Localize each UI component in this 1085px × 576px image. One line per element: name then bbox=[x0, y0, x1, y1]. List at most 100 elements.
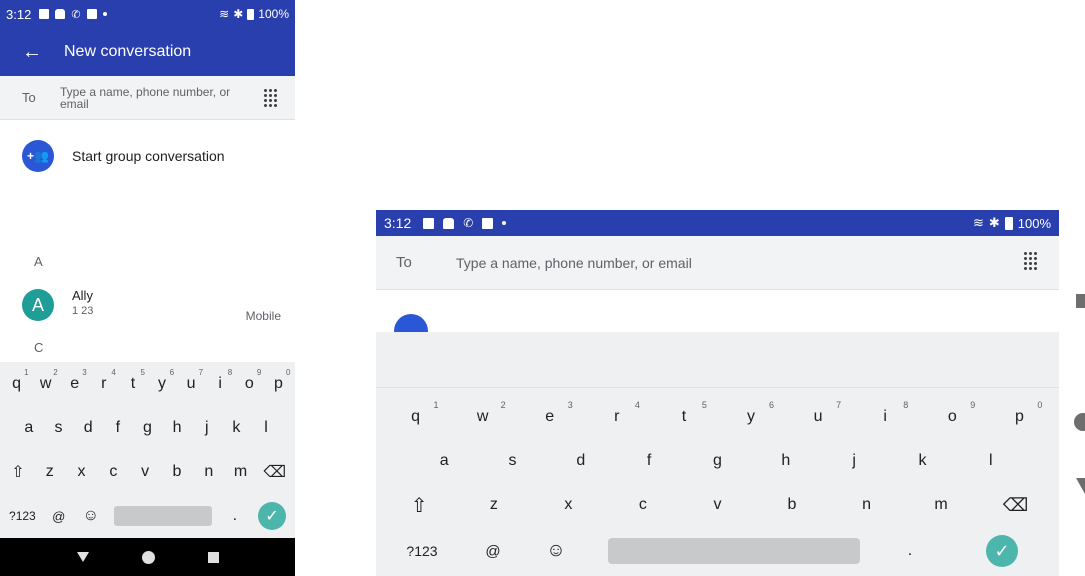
key-k[interactable]: k bbox=[909, 452, 935, 470]
key-q[interactable]: q1 bbox=[403, 400, 438, 426]
key-y[interactable]: y6 bbox=[738, 400, 774, 426]
key-h[interactable]: h bbox=[168, 419, 186, 437]
key-c[interactable]: c bbox=[104, 463, 122, 481]
key-o[interactable]: o9 bbox=[939, 400, 975, 426]
more-notifications-dot-icon bbox=[502, 221, 507, 225]
key-j[interactable]: j bbox=[841, 452, 867, 470]
key-g[interactable]: g bbox=[138, 419, 156, 437]
symbols-key[interactable]: ?123 bbox=[9, 509, 36, 523]
to-label: To bbox=[22, 90, 36, 105]
enter-check-icon[interactable]: ✓ bbox=[986, 535, 1018, 567]
nav-recents-icon[interactable] bbox=[207, 551, 219, 563]
emoji-icon[interactable]: ☺ bbox=[524, 540, 588, 562]
key-h[interactable]: h bbox=[773, 452, 799, 470]
period-key[interactable]: . bbox=[860, 542, 960, 560]
key-m[interactable]: m bbox=[928, 496, 954, 514]
nav-home-icon[interactable] bbox=[1074, 413, 1085, 431]
key-d[interactable]: d bbox=[79, 419, 97, 437]
key-l[interactable]: l bbox=[978, 452, 1004, 470]
key-v[interactable]: v bbox=[704, 496, 730, 514]
key-w[interactable]: w2 bbox=[470, 400, 506, 426]
key-x[interactable]: x bbox=[73, 463, 91, 481]
dialpad-icon[interactable] bbox=[264, 89, 277, 107]
recipient-field[interactable]: To Type a name, phone number, or email bbox=[376, 236, 1059, 290]
page-title: New conversation bbox=[64, 43, 192, 60]
key-y[interactable]: y6 bbox=[153, 368, 174, 393]
key-t[interactable]: t5 bbox=[671, 400, 707, 426]
status-time: 3:12 bbox=[384, 215, 412, 231]
phone-portrait-screen: 3:12 ✆ ≋ ✱ 100% ← New conversation To Ty… bbox=[0, 0, 295, 576]
key-s[interactable]: s bbox=[49, 419, 67, 437]
enter-check-icon[interactable]: ✓ bbox=[257, 502, 286, 530]
key-g[interactable]: g bbox=[704, 452, 730, 470]
key-z[interactable]: z bbox=[481, 496, 507, 514]
recipient-input[interactable]: Type a name, phone number, or email bbox=[60, 86, 255, 110]
key-j[interactable]: j bbox=[198, 419, 216, 437]
key-a[interactable]: a bbox=[20, 419, 38, 437]
recipient-input[interactable]: Type a name, phone number, or email bbox=[456, 255, 692, 271]
key-a[interactable]: a bbox=[431, 452, 457, 470]
nav-home-icon[interactable] bbox=[141, 550, 155, 564]
key-p[interactable]: p0 bbox=[269, 368, 290, 393]
key-m[interactable]: m bbox=[232, 463, 250, 481]
key-i[interactable]: i8 bbox=[211, 368, 232, 393]
status-bar: 3:12 ✆ ≋ ✱ 100% bbox=[0, 0, 295, 28]
key-u[interactable]: u7 bbox=[805, 400, 841, 426]
at-key[interactable]: @ bbox=[50, 509, 68, 524]
key-f[interactable]: f bbox=[109, 419, 127, 437]
key-o[interactable]: o9 bbox=[240, 368, 261, 393]
key-q[interactable]: q1 bbox=[8, 368, 28, 393]
key-l[interactable]: l bbox=[257, 419, 275, 437]
status-bar: 3:12 ✆ ≋ ✱ 100% bbox=[376, 210, 1059, 236]
status-right: ≋ ✱ 100% bbox=[219, 7, 289, 21]
nav-recents-icon[interactable] bbox=[1076, 294, 1085, 308]
key-p[interactable]: p0 bbox=[1006, 400, 1042, 426]
space-bar[interactable] bbox=[608, 538, 860, 564]
shift-icon[interactable]: ⇧ bbox=[9, 462, 27, 482]
key-b[interactable]: b bbox=[779, 496, 805, 514]
key-n[interactable]: n bbox=[200, 463, 218, 481]
more-notifications-dot-icon bbox=[102, 12, 107, 16]
key-k[interactable]: k bbox=[227, 419, 245, 437]
emoji-icon[interactable]: ☺ bbox=[82, 507, 100, 525]
key-n[interactable]: n bbox=[854, 496, 880, 514]
period-key[interactable]: . bbox=[226, 507, 244, 525]
back-arrow-icon[interactable]: ← bbox=[0, 41, 64, 64]
keyboard-row-4: ?123 @ ☺ . ✓ bbox=[0, 494, 295, 538]
backspace-icon[interactable]: ⌫ bbox=[263, 462, 286, 482]
key-e[interactable]: e3 bbox=[537, 400, 572, 426]
key-v[interactable]: v bbox=[136, 463, 154, 481]
shift-icon[interactable]: ⇧ bbox=[406, 493, 432, 518]
key-s[interactable]: s bbox=[499, 452, 525, 470]
key-z[interactable]: z bbox=[41, 463, 59, 481]
contact-row[interactable]: A Ally 1 23 Mobile bbox=[22, 288, 287, 323]
contact-number-type: Mobile bbox=[245, 309, 281, 323]
backspace-icon[interactable]: ⌫ bbox=[1003, 495, 1029, 516]
key-f[interactable]: f bbox=[636, 452, 662, 470]
key-e[interactable]: e3 bbox=[66, 368, 86, 393]
start-group-conversation-button[interactable]: +👥 Start group conversation bbox=[22, 140, 225, 172]
battery-icon bbox=[1004, 216, 1013, 230]
nav-back-icon[interactable] bbox=[1076, 478, 1085, 494]
key-r[interactable]: r4 bbox=[604, 400, 640, 426]
symbols-key[interactable]: ?123 bbox=[382, 543, 462, 559]
at-key[interactable]: @ bbox=[462, 543, 524, 560]
key-c[interactable]: c bbox=[630, 496, 656, 514]
key-r[interactable]: r4 bbox=[95, 368, 116, 393]
bluetooth-icon: ✱ bbox=[233, 7, 244, 21]
contact-number: 1 23 bbox=[72, 305, 94, 317]
recipient-field[interactable]: To Type a name, phone number, or email bbox=[0, 76, 295, 120]
key-x[interactable]: x bbox=[555, 496, 581, 514]
space-bar[interactable] bbox=[113, 506, 212, 526]
key-i[interactable]: i8 bbox=[872, 400, 908, 426]
key-w[interactable]: w2 bbox=[37, 368, 58, 393]
key-u[interactable]: u7 bbox=[182, 368, 203, 393]
key-t[interactable]: t5 bbox=[124, 368, 145, 393]
keyboard-row-4: ?123 @ ☺ . ✓ bbox=[376, 528, 1059, 574]
keyboard-row-1: q1 w2 e3 r4 t5 y6 u7 i8 o9 p0 bbox=[0, 362, 295, 406]
key-d[interactable]: d bbox=[568, 452, 594, 470]
nav-back-icon[interactable] bbox=[76, 552, 89, 562]
section-header-a: A bbox=[34, 254, 43, 269]
dialpad-icon[interactable] bbox=[1024, 252, 1037, 270]
key-b[interactable]: b bbox=[168, 463, 186, 481]
